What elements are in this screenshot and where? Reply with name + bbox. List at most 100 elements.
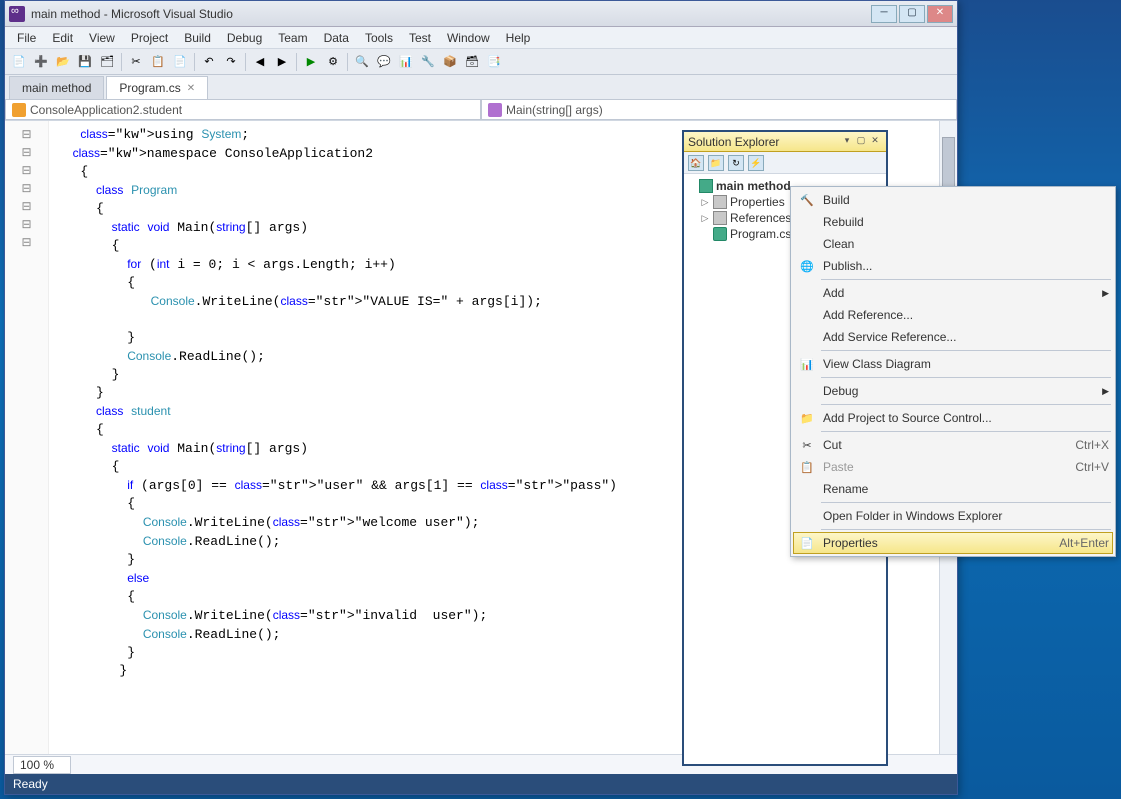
- vs-logo-icon: [9, 6, 25, 22]
- properties-icon[interactable]: 🏠: [688, 155, 704, 171]
- menu-separator: [821, 502, 1111, 503]
- class-icon: [12, 103, 26, 117]
- menu-separator: [821, 350, 1111, 351]
- separator: [194, 53, 195, 71]
- menu-item-add-service-reference-[interactable]: Add Service Reference...: [793, 326, 1113, 348]
- menu-separator: [821, 529, 1111, 530]
- start-debug-icon[interactable]: ▶: [301, 52, 321, 72]
- misc4-icon[interactable]: 🗃: [462, 52, 482, 72]
- refresh-icon[interactable]: ↻: [728, 155, 744, 171]
- save-icon[interactable]: 💾: [75, 52, 95, 72]
- menu-item-open-folder-in-windows-explorer[interactable]: Open Folder in Windows Explorer: [793, 505, 1113, 527]
- cut-icon[interactable]: ✂: [126, 52, 146, 72]
- menu-separator: [821, 431, 1111, 432]
- menu-file[interactable]: File: [9, 28, 44, 48]
- zoom-combo[interactable]: 100 %: [13, 756, 71, 774]
- solution-explorer-header: Solution Explorer ▾ ▢ ✕: [684, 132, 886, 152]
- menu-separator: [821, 404, 1111, 405]
- solution-toolbar: 🏠 📁 ↻ ⚡: [684, 152, 886, 174]
- new-project-icon[interactable]: 📄: [9, 52, 29, 72]
- menu-icon: [797, 285, 817, 301]
- document-tabs: main methodProgram.cs✕: [5, 75, 957, 99]
- panel-pin-icon[interactable]: ▢: [854, 135, 868, 149]
- menu-icon: [797, 214, 817, 230]
- class-combo[interactable]: ConsoleApplication2.student: [5, 99, 481, 120]
- status-text: Ready: [13, 777, 48, 791]
- redo-icon[interactable]: ↷: [221, 52, 241, 72]
- menu-build[interactable]: Build: [176, 28, 219, 48]
- menu-item-properties[interactable]: 📄PropertiesAlt+Enter: [793, 532, 1113, 554]
- paste-icon[interactable]: 📄: [170, 52, 190, 72]
- copy-icon[interactable]: 📋: [148, 52, 168, 72]
- member-combo[interactable]: Main(string[] args): [481, 99, 957, 120]
- menu-icon: 📊: [797, 356, 817, 372]
- tab-program-cs[interactable]: Program.cs✕: [106, 76, 208, 99]
- context-menu: 🔨BuildRebuildClean🌐Publish... Add▶Add Ref…: [790, 186, 1116, 557]
- menu-item-add-reference-[interactable]: Add Reference...: [793, 304, 1113, 326]
- menu-item-rebuild[interactable]: Rebuild: [793, 211, 1113, 233]
- fold-icon: [713, 211, 727, 225]
- menu-window[interactable]: Window: [439, 28, 498, 48]
- menu-item-add-project-to-source-control-[interactable]: 📁Add Project to Source Control...: [793, 407, 1113, 429]
- misc-icon[interactable]: 📊: [396, 52, 416, 72]
- menu-tools[interactable]: Tools: [357, 28, 401, 48]
- menu-item-add[interactable]: Add▶: [793, 282, 1113, 304]
- tab-close-icon[interactable]: ✕: [187, 83, 195, 94]
- menu-separator: [821, 377, 1111, 378]
- separator: [347, 53, 348, 71]
- menu-item-rename[interactable]: Rename: [793, 478, 1113, 500]
- find-icon[interactable]: 🔍: [352, 52, 372, 72]
- cs-icon: [713, 227, 727, 241]
- misc3-icon[interactable]: 📦: [440, 52, 460, 72]
- open-icon[interactable]: 📂: [53, 52, 73, 72]
- close-button[interactable]: ✕: [927, 5, 953, 23]
- menu-item-publish-[interactable]: 🌐Publish...: [793, 255, 1113, 277]
- menu-edit[interactable]: Edit: [44, 28, 81, 48]
- gutter: ⊟⊟⊟⊟⊟⊟⊟: [5, 121, 49, 754]
- maximize-button[interactable]: ▢: [899, 5, 925, 23]
- menu-team[interactable]: Team: [270, 28, 315, 48]
- menu-icon: 🔨: [797, 192, 817, 208]
- menu-project[interactable]: Project: [123, 28, 176, 48]
- method-icon: [488, 103, 502, 117]
- menu-separator: [821, 279, 1111, 280]
- fold-icon: [713, 195, 727, 209]
- menu-icon: 📋: [797, 459, 817, 475]
- nav-back-icon[interactable]: ◀: [250, 52, 270, 72]
- nav-fwd-icon[interactable]: ▶: [272, 52, 292, 72]
- menu-icon: [797, 329, 817, 345]
- panel-dropdown-icon[interactable]: ▾: [840, 135, 854, 149]
- show-all-icon[interactable]: 📁: [708, 155, 724, 171]
- menu-item-paste: 📋PasteCtrl+V: [793, 456, 1113, 478]
- menu-icon: [797, 307, 817, 323]
- menu-item-cut[interactable]: ✂CutCtrl+X: [793, 434, 1113, 456]
- menu-item-build[interactable]: 🔨Build: [793, 189, 1113, 211]
- comment-icon[interactable]: 💬: [374, 52, 394, 72]
- save-all-icon[interactable]: 🗂: [97, 52, 117, 72]
- menu-icon: 📄: [797, 535, 817, 551]
- menu-icon: [797, 383, 817, 399]
- undo-icon[interactable]: ↶: [199, 52, 219, 72]
- separator: [245, 53, 246, 71]
- panel-close-icon[interactable]: ✕: [868, 135, 882, 149]
- misc2-icon[interactable]: 🔧: [418, 52, 438, 72]
- menu-help[interactable]: Help: [498, 28, 539, 48]
- misc5-icon[interactable]: 📑: [484, 52, 504, 72]
- proj-icon: [699, 179, 713, 193]
- minimize-button[interactable]: ─: [871, 5, 897, 23]
- window-title: main method - Microsoft Visual Studio: [31, 7, 871, 21]
- menu-icon: 📁: [797, 410, 817, 426]
- menubar: FileEditViewProjectBuildDebugTeamDataToo…: [5, 27, 957, 49]
- config-icon[interactable]: ⚙: [323, 52, 343, 72]
- menu-item-debug[interactable]: Debug▶: [793, 380, 1113, 402]
- code-view-icon[interactable]: ⚡: [748, 155, 764, 171]
- menu-view[interactable]: View: [81, 28, 123, 48]
- tab-main-method[interactable]: main method: [9, 76, 104, 99]
- menu-data[interactable]: Data: [316, 28, 357, 48]
- menu-item-clean[interactable]: Clean: [793, 233, 1113, 255]
- menu-icon: ✂: [797, 437, 817, 453]
- menu-test[interactable]: Test: [401, 28, 439, 48]
- menu-item-view-class-diagram[interactable]: 📊View Class Diagram: [793, 353, 1113, 375]
- add-item-icon[interactable]: ➕: [31, 52, 51, 72]
- menu-debug[interactable]: Debug: [219, 28, 270, 48]
